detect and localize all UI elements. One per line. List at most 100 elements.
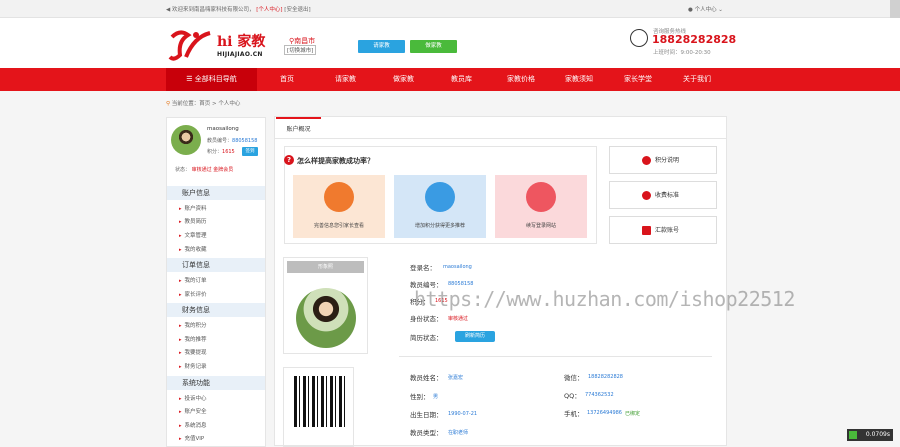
fee-standard-button[interactable]: 收费标准 xyxy=(609,181,717,209)
nav-item-notice[interactable]: 家教须知 xyxy=(565,68,593,91)
sidebar-item-favorites[interactable]: 我的收藏 xyxy=(179,245,207,253)
mobile-verified-badge: 已绑定 xyxy=(625,411,641,417)
birth-value: 1990-07-21 xyxy=(448,411,478,417)
hotline-number: 18828282828 xyxy=(652,33,737,46)
username: maosailong xyxy=(207,126,239,132)
sidebar-item-resume[interactable]: 教员简历 xyxy=(179,217,207,225)
user-menu[interactable]: ● 个人中心 ⌄ xyxy=(688,5,723,13)
sidebar-group-orders: 订单信息 xyxy=(167,258,265,272)
main-panel: 账户概况 ? 怎么样提高家教成功率？ 完善信息您引家长查看 增加积分获得更多推荐… xyxy=(274,116,727,447)
login-value: maosailong xyxy=(443,264,472,270)
nav-item-price[interactable]: 家教价格 xyxy=(507,68,535,91)
all-subjects-menu[interactable]: ☰ 全部科目导航 xyxy=(166,68,257,91)
question-icon: ? xyxy=(284,155,294,165)
name-label: 教员姓名： xyxy=(410,374,443,382)
gender-label: 性别： xyxy=(410,393,430,401)
request-tutor-button[interactable]: 请家教 xyxy=(358,40,405,53)
perf-badge: 0.0709s xyxy=(847,429,893,441)
type-label: 教员类型： xyxy=(410,429,443,437)
sidebar-item-reviews[interactable]: 家长评价 xyxy=(179,290,207,298)
tab-divider xyxy=(275,138,726,139)
identity-label: 身份状态： xyxy=(410,315,443,323)
nav-item-apply[interactable]: 做家教 xyxy=(393,68,414,91)
sidebar-item-vip[interactable]: 充值VIP xyxy=(179,434,205,442)
logo-subtitle: HIJIAJIAO.CN xyxy=(217,51,263,58)
logo-icon xyxy=(168,30,211,61)
login-label: 登录名： xyxy=(410,264,436,272)
account-status: 状态： 审核通过 金牌会员 xyxy=(175,167,234,173)
sidebar-item-withdraw[interactable]: 我要提现 xyxy=(179,348,207,356)
nav-item-parents[interactable]: 家长学堂 xyxy=(624,68,652,91)
points-icon xyxy=(642,156,651,165)
name-value: 张嘉宏 xyxy=(448,375,464,381)
sidebar-group-system: 系统功能 xyxy=(167,376,265,390)
sidebar-item-finance-records[interactable]: 财务记录 xyxy=(179,362,207,370)
become-tutor-button[interactable]: 做家教 xyxy=(410,40,457,53)
wechat-value: 18828282828 xyxy=(588,374,623,380)
bell-icon: ◀ xyxy=(166,7,171,13)
mobile-value: 13726494986 xyxy=(587,410,622,416)
mobile-label: 手机： xyxy=(564,410,584,418)
sidebar-item-security[interactable]: 账户安全 xyxy=(179,407,207,415)
fee-icon xyxy=(642,191,651,200)
card-icon xyxy=(642,226,651,235)
qq-label: QQ： xyxy=(564,392,581,400)
sidebar: maosailong 教员编号：88058158 积分：1615 签到 状态： … xyxy=(166,117,266,447)
sidebar-item-articles[interactable]: 文章管理 xyxy=(179,231,207,239)
tab-account-overview[interactable]: 账户概况 xyxy=(276,117,321,138)
logo-text[interactable]: hi 家教 xyxy=(217,31,265,51)
phone-icon xyxy=(630,29,648,47)
birth-label: 出生日期： xyxy=(410,411,443,419)
top-bar: ◀ 欢迎来到南昌嗨家科技有限公司， [个人中心] [安全退出] ● 个人中心 ⌄ xyxy=(0,0,900,18)
photo-tag: 形象照 xyxy=(287,261,364,273)
refresh-resume-button[interactable]: 刷新简历 xyxy=(455,331,495,342)
feature-login[interactable]: 续写登录网站 xyxy=(495,175,587,238)
menu-icon: ☰ xyxy=(186,75,195,83)
points-info-button[interactable]: 积分说明 xyxy=(609,146,717,174)
wechat-label: 微信： xyxy=(564,374,584,382)
sidebar-group-finance: 财务信息 xyxy=(167,303,265,317)
avatar xyxy=(171,125,201,155)
sidebar-item-profile[interactable]: 账户资料 xyxy=(179,204,207,212)
qr-card xyxy=(283,367,354,447)
search-icon xyxy=(324,182,354,212)
main-nav: ☰ 全部科目导航 首页 请家教 做家教 教员库 家教价格 家教须知 家长学堂 关… xyxy=(0,68,900,91)
nav-item-home[interactable]: 首页 xyxy=(280,68,294,91)
scrollbar[interactable] xyxy=(890,0,900,20)
nav-item-about[interactable]: 关于我们 xyxy=(683,68,711,91)
sign-in-button[interactable]: 签到 xyxy=(242,147,258,156)
sidebar-item-referrals[interactable]: 我的推荐 xyxy=(179,335,207,343)
sidebar-item-my-orders[interactable]: 我的订单 xyxy=(179,276,207,284)
monitor-icon xyxy=(526,182,556,212)
qr-code-icon xyxy=(294,376,345,427)
type-value: 在职老师 xyxy=(448,430,469,436)
remit-account-button[interactable]: 汇款账号 xyxy=(609,216,717,244)
qq-value: 774362532 xyxy=(585,392,614,398)
database-icon xyxy=(425,182,455,212)
logout-link[interactable]: [安全退出] xyxy=(284,7,310,13)
gender-value: 男 xyxy=(433,394,439,400)
member-id: 教员编号：88058158 xyxy=(207,138,258,144)
office-hours: 上班时间：9:00-20:30 xyxy=(653,50,711,56)
user-icon: ● xyxy=(688,7,693,13)
welcome-text: ◀ 欢迎来到南昌嗨家科技有限公司， [个人中心] [安全退出] xyxy=(166,7,311,13)
nav-item-request[interactable]: 请家教 xyxy=(335,68,356,91)
photo-card: 形象照 xyxy=(283,257,368,354)
points: 积分：1615 xyxy=(207,149,235,155)
resume-label: 简历状态： xyxy=(410,334,443,342)
sidebar-item-complaints[interactable]: 投诉中心 xyxy=(179,394,207,402)
profile-photo xyxy=(296,288,356,348)
section-divider xyxy=(399,356,712,357)
nav-item-tutors[interactable]: 教员库 xyxy=(451,68,472,91)
personal-center-link[interactable]: [个人中心] xyxy=(256,7,282,13)
feature-add-points[interactable]: 增加积分获得更多推荐 xyxy=(394,175,486,238)
sidebar-group-account: 账户信息 xyxy=(167,186,265,200)
feature-complete-info[interactable]: 完善信息您引家长查看 xyxy=(293,175,385,238)
breadcrumb: ⚲ 当前位置：首页 > 个人中心 xyxy=(166,101,241,107)
switch-city-link[interactable]: [切换城市] xyxy=(284,45,317,55)
identity-value: 审核通过 xyxy=(448,316,469,322)
watermark: https://www.huzhan.com/ishop22512 xyxy=(414,287,795,311)
sidebar-item-messages[interactable]: 系统消息 xyxy=(179,421,207,429)
tips-title: 怎么样提高家教成功率？ xyxy=(297,157,374,165)
sidebar-item-my-points[interactable]: 我的积分 xyxy=(179,321,207,329)
